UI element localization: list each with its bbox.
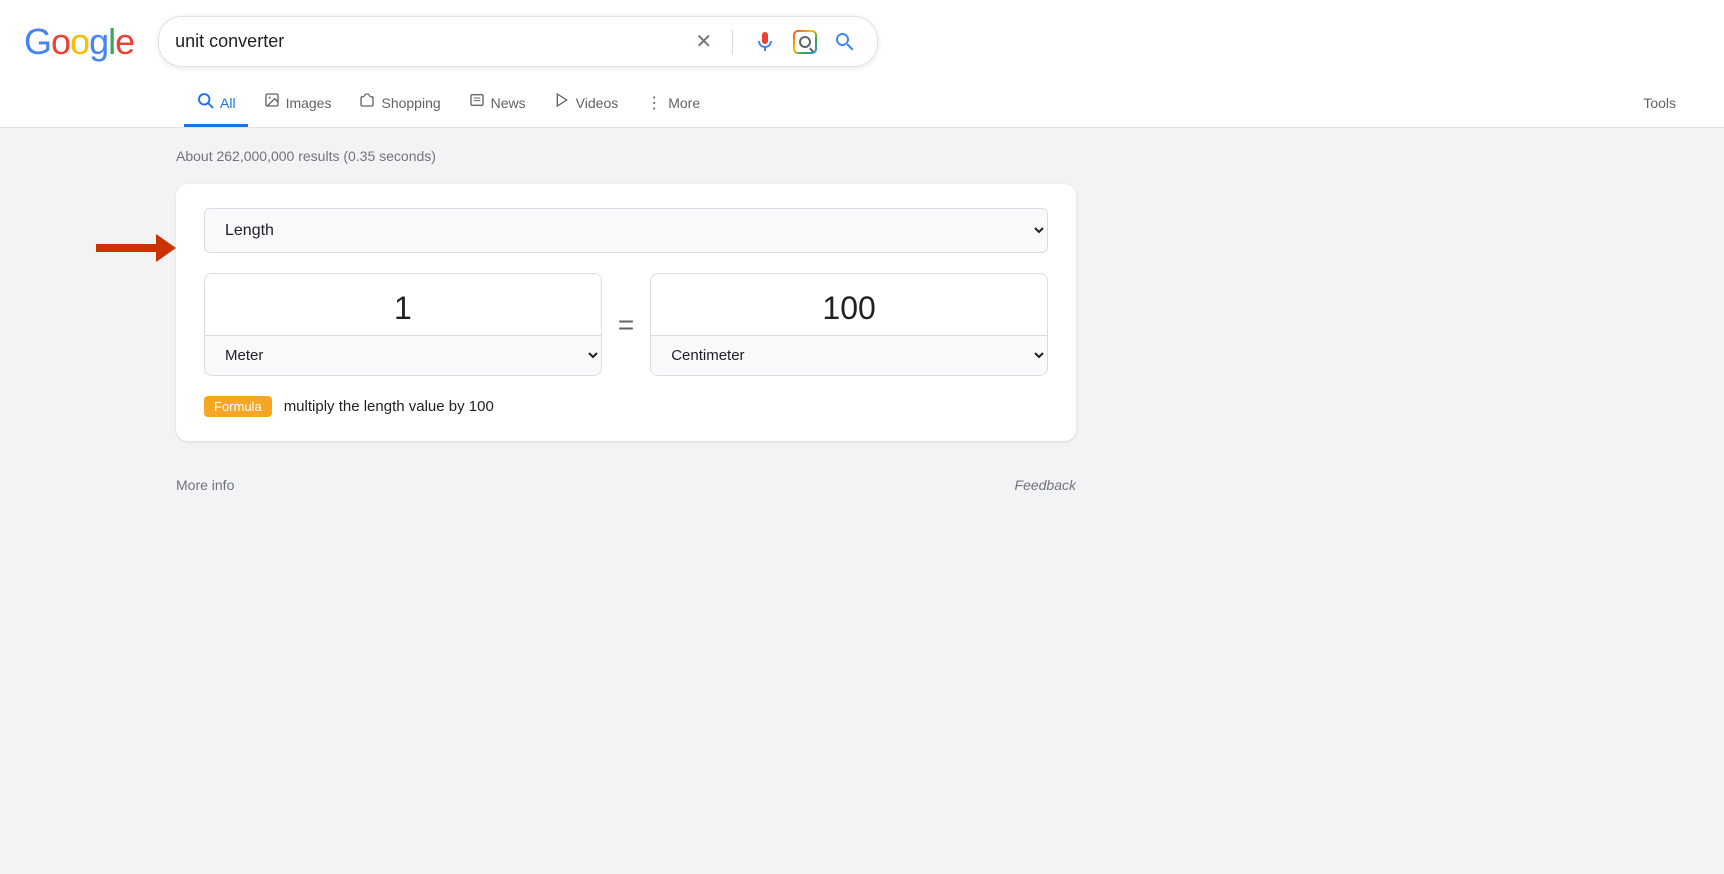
microphone-button[interactable] xyxy=(749,26,781,58)
converter-wrapper: Length Weight Temperature Area Volume Sp… xyxy=(176,184,1200,441)
results-count: About 262,000,000 results (0.35 seconds) xyxy=(176,148,1200,164)
from-value-input[interactable] xyxy=(205,274,601,335)
tab-tools[interactable]: Tools xyxy=(1631,83,1700,124)
category-select[interactable]: Length Weight Temperature Area Volume Sp… xyxy=(204,208,1048,253)
to-converter-box: Centimeter Meter Kilometer Millimeter Mi… xyxy=(650,273,1048,376)
google-logo[interactable]: Google xyxy=(24,21,134,63)
images-icon xyxy=(264,92,280,113)
news-icon xyxy=(469,92,485,113)
header-top: Google unit converter ✕ xyxy=(24,16,1700,67)
tab-shopping[interactable]: Shopping xyxy=(347,80,452,126)
shopping-icon xyxy=(359,92,375,113)
tab-news-label: News xyxy=(491,95,526,111)
search-divider xyxy=(732,30,733,54)
to-unit-select[interactable]: Centimeter Meter Kilometer Millimeter Mi… xyxy=(651,335,1047,375)
tab-images[interactable]: Images xyxy=(252,80,344,126)
converter-row: Meter Kilometer Centimeter Millimeter Mi… xyxy=(204,273,1048,376)
feedback-link[interactable]: Feedback xyxy=(1015,477,1076,493)
formula-text: multiply the length value by 100 xyxy=(284,398,494,415)
arrow-head xyxy=(156,234,176,262)
tab-more[interactable]: ⋮ More xyxy=(634,81,712,126)
arrow-body xyxy=(96,244,156,252)
more-info-link[interactable]: More info xyxy=(176,477,234,493)
to-value-input[interactable] xyxy=(651,274,1047,335)
tab-all-label: All xyxy=(220,95,236,111)
tab-all[interactable]: All xyxy=(184,79,248,127)
main-content: About 262,000,000 results (0.35 seconds)… xyxy=(0,128,1200,461)
search-icon xyxy=(833,30,857,54)
clear-button[interactable]: ✕ xyxy=(691,25,716,58)
nav-tabs: All Images Shopping News Videos xyxy=(24,79,1700,127)
search-input[interactable]: unit converter xyxy=(175,31,683,52)
videos-icon xyxy=(554,92,570,113)
from-unit-select[interactable]: Meter Kilometer Centimeter Millimeter Mi… xyxy=(205,335,601,375)
search-bar: unit converter ✕ xyxy=(158,16,878,67)
tab-more-label: More xyxy=(668,95,700,111)
lens-button[interactable] xyxy=(789,26,821,58)
header: Google unit converter ✕ xyxy=(0,0,1724,127)
lens-icon xyxy=(793,30,817,54)
tab-tools-label: Tools xyxy=(1643,95,1676,111)
footer-row: More info Feedback xyxy=(0,461,1076,493)
from-converter-box: Meter Kilometer Centimeter Millimeter Mi… xyxy=(204,273,602,376)
search-button[interactable] xyxy=(829,26,861,58)
tab-videos[interactable]: Videos xyxy=(542,80,631,126)
tab-images-label: Images xyxy=(286,95,332,111)
converter-card: Length Weight Temperature Area Volume Sp… xyxy=(176,184,1076,441)
tab-news[interactable]: News xyxy=(457,80,538,126)
equals-sign: = xyxy=(618,309,634,341)
tab-shopping-label: Shopping xyxy=(381,95,440,111)
arrow-indicator xyxy=(96,234,176,262)
formula-badge: Formula xyxy=(204,396,272,417)
formula-row: Formula multiply the length value by 100 xyxy=(204,396,1048,417)
more-dots-icon: ⋮ xyxy=(646,93,662,113)
microphone-icon xyxy=(753,30,777,54)
tab-videos-label: Videos xyxy=(576,95,619,111)
all-icon xyxy=(196,91,214,114)
